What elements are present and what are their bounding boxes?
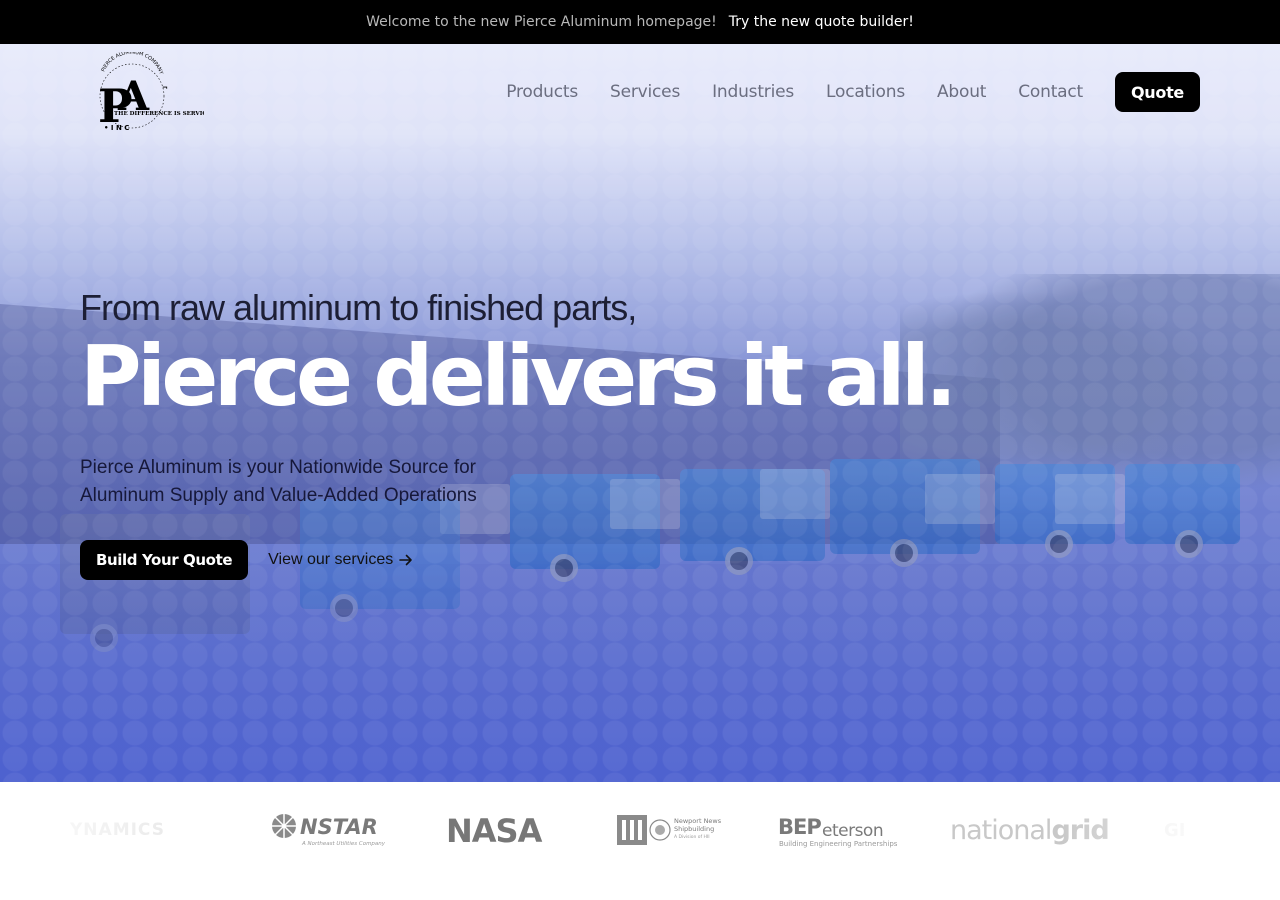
newport-news-logo: Newport News Shipbuilding A Division of …	[617, 815, 722, 845]
nn-line-1: Newport News	[674, 817, 722, 825]
hero-subtitle-line-2: Aluminum Supply and Value-Added Operatio…	[80, 485, 477, 506]
hero-content: From raw aluminum to finished parts, Pie…	[80, 286, 980, 580]
nstar-wordmark: NSTAR	[300, 815, 378, 839]
bepeterson-logo: BEP eterson Building Engineering Partner…	[778, 815, 898, 848]
bep-bold: BEP	[778, 815, 821, 839]
client-logo-nstar: NSTAR A Northeast Utilities Company	[270, 812, 390, 848]
nav-item-contact[interactable]: Contact	[1018, 82, 1083, 102]
svg-text:¬: ¬	[162, 84, 168, 92]
nav-item-industries[interactable]: Industries	[712, 82, 794, 102]
view-services-link[interactable]: View our services	[268, 551, 413, 569]
client-logo-partial: GI	[1164, 819, 1186, 841]
announcement-message: Welcome to the new Pierce Aluminum homep…	[366, 14, 717, 30]
nstar-subtitle: A Northeast Utilities Company	[301, 841, 386, 847]
client-logos-strip: YNAMICS NSTAR A Northeast Utilities Comp…	[0, 782, 1280, 900]
announcement-bar: Welcome to the new Pierce Aluminum homep…	[0, 0, 1280, 44]
hero-kicker: From raw aluminum to finished parts,	[80, 287, 637, 328]
client-logo-nasa: NASA	[446, 812, 556, 848]
view-services-label: View our services	[268, 551, 394, 568]
site-header: P A THE DIFFERENCE IS SERVICE PIERCE ALU…	[0, 44, 1280, 140]
nasa-wordmark: NASA	[446, 812, 543, 848]
hero-headline: Pierce delivers it all.	[80, 327, 957, 425]
bep-subtitle: Building Engineering Partnerships	[779, 840, 898, 848]
quote-button[interactable]: Quote	[1115, 72, 1200, 112]
build-quote-button[interactable]: Build Your Quote	[80, 540, 249, 580]
hero-subtitle-line-1: Pierce Aluminum is your Nationwide Sourc…	[80, 457, 477, 478]
nasa-logo: NASA	[446, 812, 544, 848]
nn-line-2: Shipbuilding	[674, 825, 714, 833]
nav-item-services[interactable]: Services	[610, 82, 680, 102]
hero-ctas: Build Your Quote View our services	[80, 540, 980, 580]
ng-bold: grid	[1051, 814, 1109, 846]
nav-item-locations[interactable]: Locations	[826, 82, 905, 102]
client-logo-general-dynamics: YNAMICS	[70, 820, 165, 840]
nav-item-about[interactable]: About	[937, 82, 986, 102]
nstar-logo: NSTAR A Northeast Utilities Company	[272, 814, 386, 847]
client-logo-bepeterson: BEP eterson Building Engineering Partner…	[778, 812, 898, 848]
nn-line-3: A Division of HII	[674, 834, 710, 840]
bep-rest: eterson	[822, 821, 883, 841]
pierce-aluminum-logo[interactable]: P A THE DIFFERENCE IS SERVICE PIERCE ALU…	[84, 50, 211, 136]
client-logo-newport-news-shipbuilding: Newport News Shipbuilding A Division of …	[616, 812, 726, 848]
arrow-right-icon	[399, 554, 413, 566]
hero-subtitle: Pierce Aluminum is your Nationwide Sourc…	[80, 454, 520, 510]
client-logo-national-grid: national grid	[950, 812, 1110, 848]
svg-text:• I N C: • I N C	[104, 124, 129, 132]
main-nav: Products Services Industries Locations A…	[506, 72, 1200, 112]
ng-light: national	[950, 814, 1052, 846]
nav-item-products[interactable]: Products	[506, 82, 578, 102]
logo-mark: P A THE DIFFERENCE IS SERVICE PIERCE ALU…	[98, 50, 211, 133]
svg-text:THE DIFFERENCE IS SERVICE: THE DIFFERENCE IS SERVICE	[114, 111, 204, 117]
quote-builder-link[interactable]: Try the new quote builder!	[729, 14, 914, 30]
